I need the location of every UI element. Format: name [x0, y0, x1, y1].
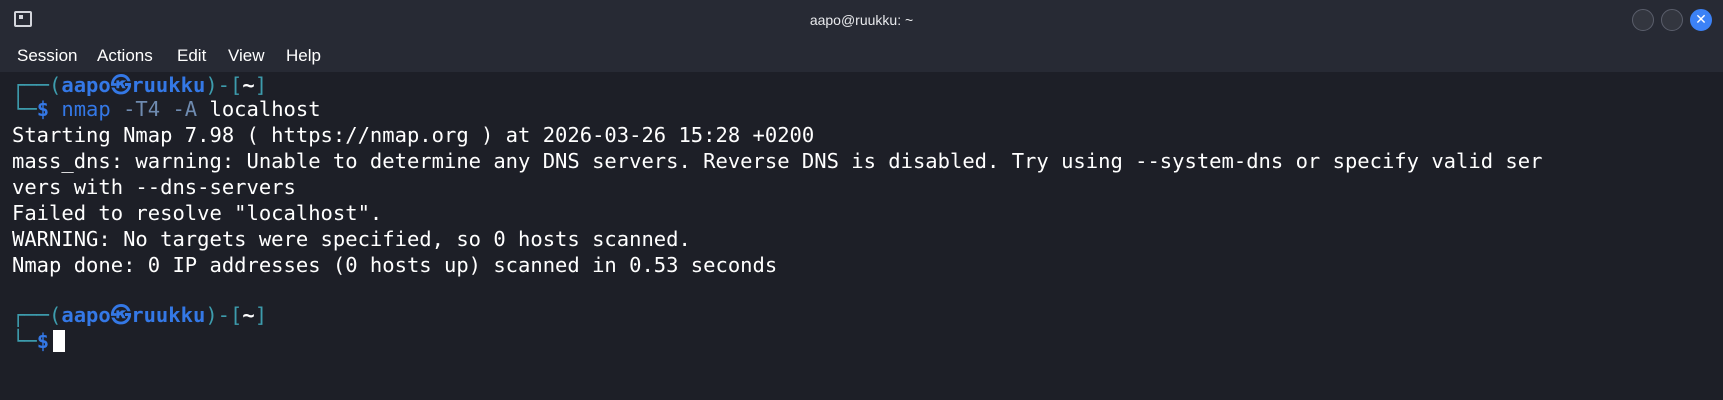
prompt-bracket: )-[ [205, 73, 243, 97]
menu-view[interactable]: View [228, 40, 265, 72]
prompt-at-symbol: ㉿ [110, 73, 132, 97]
minimize-button[interactable] [1632, 9, 1654, 31]
menu-bar: Session Actions Edit View Help [0, 40, 1723, 72]
prompt-bracket-end: ] [254, 303, 268, 327]
prompt-host: ruukku [131, 303, 206, 327]
menu-session[interactable]: Session [17, 40, 77, 72]
prompt-frame: ┌──( [12, 73, 62, 97]
prompt-user: aapo [61, 73, 111, 97]
terminal-output-area[interactable]: ┌──(aapo㉿ruukku)-[~] └─$ nmap -T4 -A loc… [0, 72, 1723, 400]
output-line: Starting Nmap 7.98 ( https://nmap.org ) … [12, 123, 815, 147]
menu-actions[interactable]: Actions [97, 40, 153, 72]
scrollbar[interactable] [1708, 72, 1723, 400]
command-args: -T4 -A [123, 97, 198, 121]
output-line: vers with --dns-servers [12, 175, 296, 199]
prompt-line-top: ┌──(aapo㉿ruukku)-[~] [12, 302, 267, 328]
prompt-user: aapo [61, 303, 111, 327]
text-cursor [53, 330, 66, 352]
prompt-frame-bottom: └─ [12, 329, 37, 353]
menu-edit[interactable]: Edit [177, 40, 206, 72]
prompt-host: ruukku [131, 73, 206, 97]
maximize-button[interactable] [1661, 9, 1683, 31]
prompt-frame: ┌──( [12, 303, 62, 327]
input-line[interactable]: └─$ [12, 328, 66, 354]
prompt-frame-bottom: └─ [12, 97, 37, 121]
output-line: Nmap done: 0 IP addresses (0 hosts up) s… [12, 253, 778, 277]
prompt-dir: ~ [242, 73, 255, 97]
prompt-bracket: )-[ [205, 303, 243, 327]
output-line: WARNING: No targets were specified, so 0… [12, 227, 691, 251]
command-line: └─$ nmap -T4 -A localhost [12, 96, 321, 122]
prompt-dollar: $ [36, 329, 50, 353]
terminal-window: aapo@ruukku: ~ ✕ Session Actions Edit Vi… [0, 0, 1723, 400]
command-target: localhost [209, 97, 321, 121]
output-line: mass_dns: warning: Unable to determine a… [12, 149, 1543, 173]
window-title: aapo@ruukku: ~ [809, 12, 914, 28]
close-button[interactable]: ✕ [1690, 9, 1712, 31]
prompt-at-symbol: ㉿ [110, 303, 132, 327]
title-bar[interactable]: aapo@ruukku: ~ ✕ [0, 0, 1723, 40]
output-line: Failed to resolve "localhost". [12, 201, 383, 225]
prompt-line-top: ┌──(aapo㉿ruukku)-[~] [12, 72, 267, 98]
prompt-dollar: $ [36, 97, 50, 121]
prompt-dir: ~ [242, 303, 255, 327]
command-name: nmap [61, 97, 111, 121]
menu-help[interactable]: Help [286, 40, 321, 72]
prompt-bracket-end: ] [254, 73, 268, 97]
